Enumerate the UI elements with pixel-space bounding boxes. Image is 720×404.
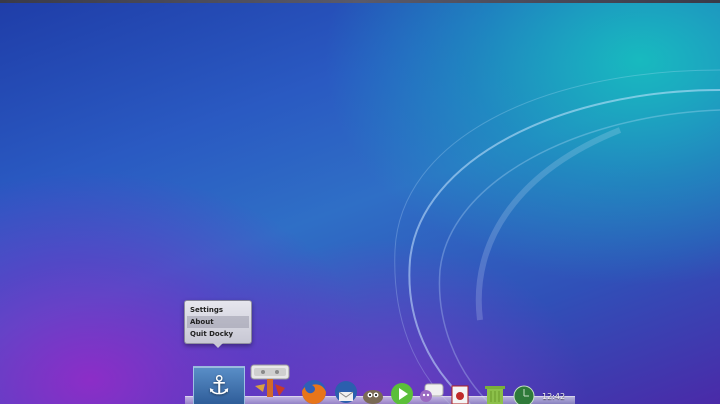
top-panel-edge [0,0,720,3]
desktop-background [0,0,720,404]
dock-item-clock-applet[interactable] [512,384,536,404]
toolbox-icon [250,364,290,397]
dock-item-gimp[interactable] [361,384,385,404]
dock-item-thunderbird[interactable] [333,380,359,404]
dock-item-docky[interactable]: ⚓ [193,366,245,404]
firefox-icon [302,380,326,404]
menu-item-about[interactable]: About [187,316,249,328]
menu-item-settings[interactable]: Settings [187,304,249,316]
menu-item-quit-docky[interactable]: Quit Docky [187,328,249,340]
dock-item-media-player[interactable] [389,382,415,404]
dock-item-document-viewer[interactable] [449,385,471,404]
document-icon [451,385,469,404]
play-icon [391,383,413,404]
menu-pointer [212,342,224,348]
trash-icon [485,386,505,404]
gimp-icon [363,390,383,404]
dock-item-file-manager[interactable] [249,362,291,404]
dock-item-pidgin[interactable] [417,382,445,404]
clock-icon [513,385,535,404]
chat-icon [420,383,444,402]
dock-item-trash[interactable] [481,384,509,404]
dock-item-firefox[interactable] [298,377,330,404]
thunderbird-icon [335,381,357,403]
anchor-icon: ⚓ [207,371,231,401]
docky-context-menu: Settings About Quit Docky [184,300,252,344]
clock-time: 12:42 [542,392,566,401]
